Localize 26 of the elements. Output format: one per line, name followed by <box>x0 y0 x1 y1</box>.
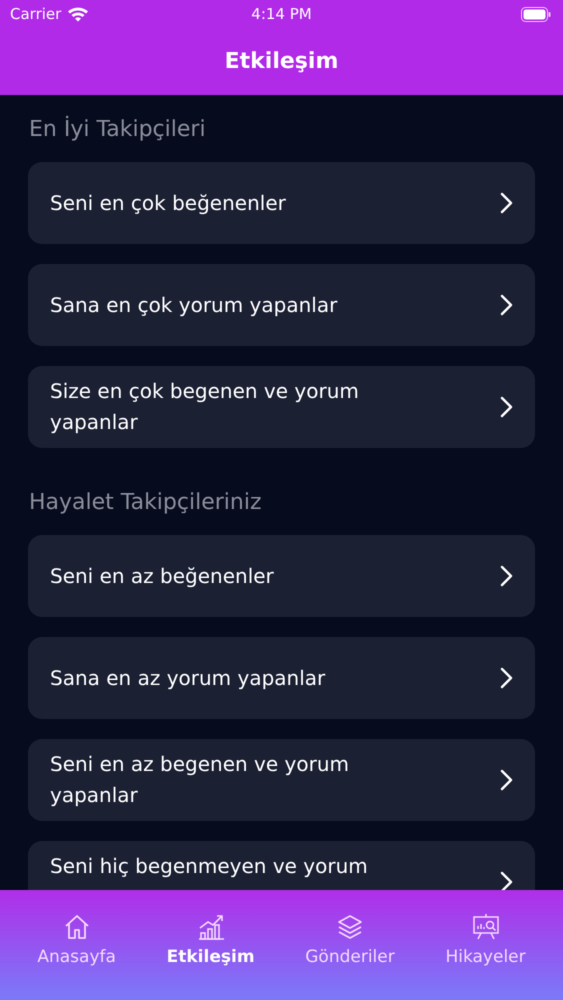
wifi-icon <box>67 6 90 22</box>
layers-icon <box>336 913 364 941</box>
menu-row[interactable]: Sana en çok yorum yapanlar <box>28 264 535 346</box>
menu-row[interactable]: Seni en az begenen ve yorum yapanlar <box>28 739 535 821</box>
chevron-right-icon <box>499 871 513 890</box>
menu-row[interactable]: Size en çok begenen ve yorum yapanlar <box>28 366 535 448</box>
presentation-board-icon <box>472 913 500 941</box>
bar-chart-icon <box>196 913 225 941</box>
menu-row[interactable]: Sana en az yorum yapanlar <box>28 637 535 719</box>
menu-row[interactable]: Seni en çok beğenenler <box>28 162 535 244</box>
status-time: 4:14 PM <box>251 5 312 23</box>
section-heading: Hayalet Takipçileriniz <box>29 490 263 515</box>
chevron-right-icon <box>499 294 513 316</box>
chevron-right-icon <box>499 565 513 587</box>
carrier-name: Carrier <box>10 5 62 23</box>
chevron-right-icon <box>499 192 513 214</box>
battery-icon <box>521 6 551 22</box>
tab-item[interactable]: Etkileşim <box>162 890 259 990</box>
chevron-right-icon <box>499 667 513 689</box>
home-icon <box>62 913 91 941</box>
menu-row[interactable]: Seni hiç begenmeyen ve yorum <box>28 841 535 890</box>
chevron-right-icon <box>499 396 513 418</box>
menu-row[interactable]: Seni en az beğenenler <box>28 535 535 617</box>
chevron-right-icon <box>499 769 513 791</box>
section-heading: En İyi Takipçileri <box>29 117 207 142</box>
screen-title: Etkileşim <box>224 49 338 74</box>
